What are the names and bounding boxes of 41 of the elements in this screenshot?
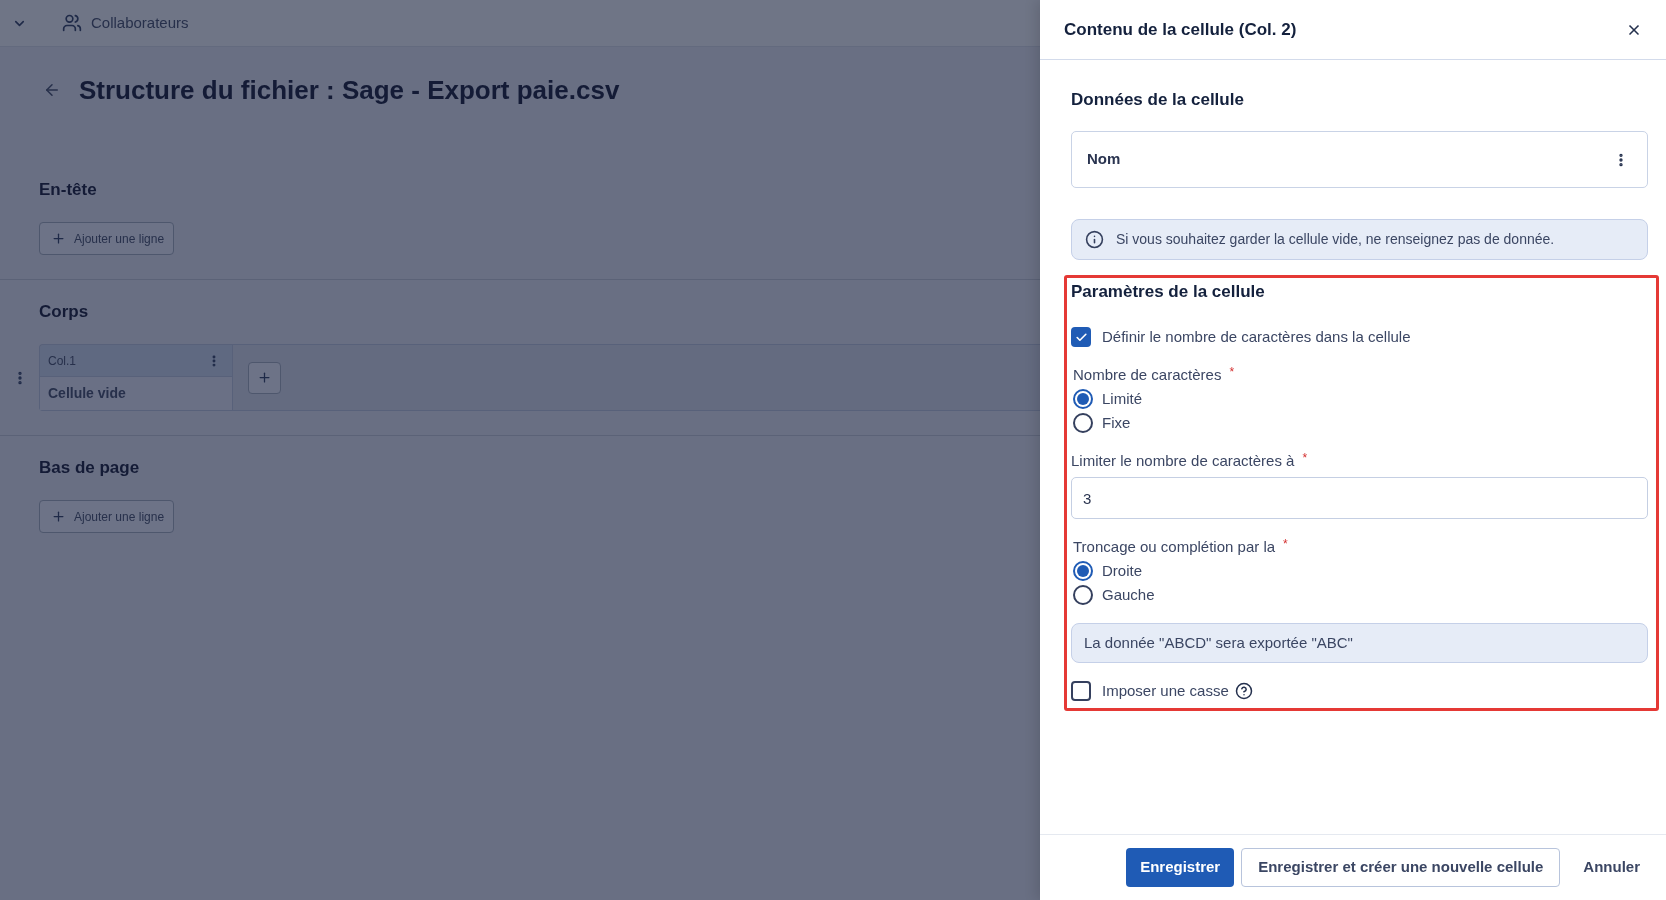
help-icon[interactable]	[1234, 682, 1253, 700]
field-label: Limiter le nombre de caractères à	[1071, 450, 1295, 471]
section-heading: Corps	[39, 301, 89, 323]
check-icon	[1074, 330, 1088, 344]
radio-button[interactable]	[1073, 561, 1093, 581]
data-label: Nom	[1087, 149, 1121, 170]
section-heading: Paramètres de la cellule	[1071, 281, 1265, 303]
info-icon	[1085, 230, 1104, 249]
field-label: Troncage ou complétion par la	[1073, 536, 1276, 557]
character-limit-input[interactable]: 3	[1071, 477, 1648, 519]
radio-label[interactable]: Limité	[1102, 387, 1142, 411]
users-icon	[62, 13, 82, 33]
info-text: Si vous souhaitez garder la cellule vide, ne renseignez pas de donnée.	[1116, 230, 1555, 249]
radio-label[interactable]: Gauche	[1102, 583, 1155, 607]
panel-title: Contenu de la cellule (Col. 2)	[1064, 18, 1297, 41]
field-label: Nombre de caractères	[1073, 364, 1222, 385]
section-heading: En-tête	[39, 179, 97, 201]
radio-button[interactable]	[1073, 389, 1093, 409]
plus-icon	[51, 509, 66, 524]
save-and-new-button[interactable]: Enregistrer et créer une nouvelle cellule	[1241, 848, 1561, 887]
cancel-button[interactable]: Annuler	[1575, 848, 1648, 887]
radio-button[interactable]	[1073, 585, 1093, 605]
page-title: Structure du fichier : Sage - Export paie.csv	[79, 73, 620, 107]
plus-icon	[51, 231, 66, 246]
checkbox[interactable]	[1071, 327, 1091, 347]
required-mark: *	[1229, 365, 1235, 379]
save-button[interactable]: Enregistrer	[1126, 848, 1235, 887]
checkbox[interactable]	[1071, 681, 1091, 701]
section-heading: Données de la cellule	[1071, 89, 1244, 111]
preview-note: La donnée "ABCD" sera exportée "ABC"	[1071, 623, 1648, 663]
checkbox-label[interactable]: Imposer une casse	[1102, 679, 1229, 703]
plus-icon	[257, 370, 272, 385]
radio-label[interactable]: Droite	[1102, 559, 1142, 583]
checkbox-label[interactable]: Définir le nombre de caractères dans la cellule	[1102, 325, 1411, 349]
required-mark: *	[1283, 537, 1288, 551]
required-mark: *	[1302, 451, 1308, 465]
radio-button[interactable]	[1073, 413, 1093, 433]
radio-label[interactable]: Fixe	[1102, 411, 1131, 435]
section-heading: Bas de page	[39, 457, 140, 479]
column-label: Col.1	[48, 352, 76, 370]
selected-data-card[interactable]: Nom	[1071, 131, 1648, 188]
